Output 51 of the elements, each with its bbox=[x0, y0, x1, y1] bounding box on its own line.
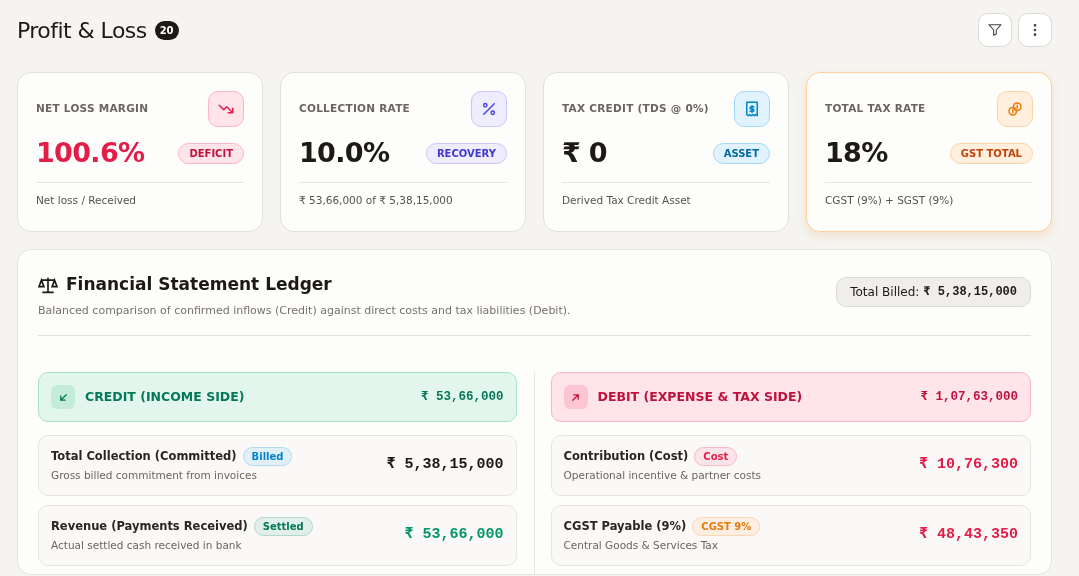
total-billed-label: Total Billed: bbox=[850, 284, 920, 301]
ledger-title: Financial Statement Ledger bbox=[66, 273, 332, 296]
coins-icon bbox=[997, 91, 1033, 127]
filter-button[interactable] bbox=[978, 13, 1012, 47]
card-note: Net loss / Received bbox=[36, 192, 138, 208]
row-amount: ₹ 53,66,000 bbox=[404, 525, 504, 546]
page-title: Profit & Loss bbox=[17, 16, 147, 45]
ledger-subtitle: Balanced comparison of confirmed inflows (Credit) against direct costs and tax liabilities (Debit). bbox=[38, 302, 571, 319]
row-tag: Cost bbox=[694, 447, 738, 467]
section-total: ₹ 1,07,63,000 bbox=[920, 388, 1018, 406]
status-badge: DEFICIT bbox=[178, 142, 244, 164]
card-value: 10.0% bbox=[299, 136, 390, 170]
card-value: ₹ 0 bbox=[562, 136, 607, 170]
row-note: Central Goods & Services Tax bbox=[563, 538, 719, 554]
status-badge: ASSET bbox=[712, 142, 770, 164]
card-label: TOTAL TAX RATE bbox=[825, 101, 926, 117]
row-tag: CGST 9% bbox=[692, 517, 761, 537]
card-label: COLLECTION RATE bbox=[299, 101, 410, 117]
arrow-up-right-icon bbox=[563, 385, 588, 409]
row-tag: Settled bbox=[253, 517, 313, 537]
section-total: ₹ 53,66,000 bbox=[420, 388, 504, 406]
card-label: NET LOSS MARGIN bbox=[36, 101, 149, 117]
row-amount: ₹ 10,76,300 bbox=[918, 455, 1018, 476]
row-title: Contribution (Cost) bbox=[563, 448, 689, 465]
status-badge: RECOVERY bbox=[425, 142, 507, 164]
card-label: TAX CREDIT (TDS @ 0%) bbox=[562, 101, 709, 117]
card-note: CGST (9%) + SGST (9%) bbox=[825, 192, 955, 208]
row-title: Revenue (Payments Received) bbox=[51, 518, 248, 535]
row-amount: ₹ 5,38,15,000 bbox=[386, 455, 504, 476]
row-note: Operational incentive & partner costs bbox=[563, 468, 762, 484]
filter-icon bbox=[987, 22, 1003, 38]
card-value: 18% bbox=[825, 136, 888, 170]
receipt-icon bbox=[734, 91, 770, 127]
row-title: CGST Payable (9%) bbox=[563, 518, 687, 535]
card-note: ₹ 53,66,000 of ₹ 5,38,15,000 bbox=[299, 192, 454, 208]
row-title: Total Collection (Committed) bbox=[51, 448, 237, 465]
percent-icon bbox=[471, 91, 507, 127]
card-value: 100.6% bbox=[36, 136, 145, 170]
section-title: DEBIT (EXPENSE & TAX SIDE) bbox=[597, 387, 804, 406]
total-billed-value: ₹ 5,38,15,000 bbox=[923, 284, 1017, 301]
section-title: CREDIT (INCOME SIDE) bbox=[85, 387, 246, 406]
status-badge: GST TOTAL bbox=[949, 142, 1033, 164]
trend-down-icon bbox=[208, 91, 244, 127]
count-badge: 20 bbox=[154, 20, 179, 40]
row-tag: Billed bbox=[242, 447, 293, 467]
row-amount: ₹ 48,43,350 bbox=[918, 525, 1018, 546]
card-note: Derived Tax Credit Asset bbox=[562, 192, 692, 208]
scale-icon bbox=[38, 275, 58, 294]
row-note: Gross billed commitment from invoices bbox=[51, 468, 258, 484]
row-note: Actual settled cash received in bank bbox=[51, 538, 243, 554]
arrow-down-left-icon bbox=[51, 385, 75, 409]
